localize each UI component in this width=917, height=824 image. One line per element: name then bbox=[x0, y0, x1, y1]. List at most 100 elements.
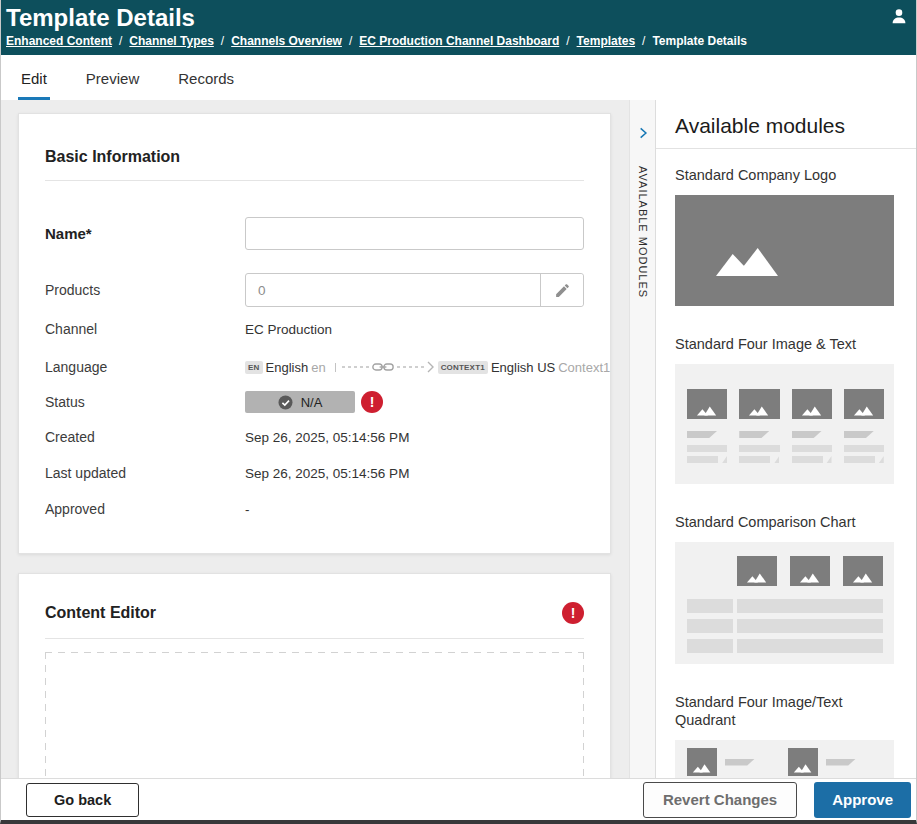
name-label: Name* bbox=[45, 225, 245, 242]
check-circle-icon bbox=[278, 395, 293, 410]
products-control: 0 bbox=[245, 273, 584, 307]
approved-label: Approved bbox=[45, 501, 245, 517]
approved-row: Approved - bbox=[45, 501, 584, 517]
module-name: Standard Comparison Chart bbox=[675, 513, 880, 531]
basic-information-card: Basic Information Name* Products 0 bbox=[18, 113, 611, 554]
connector-tick bbox=[335, 363, 336, 372]
status-badge: N/A bbox=[245, 391, 355, 413]
modules-list: Standard Company Logo Standard Four Imag… bbox=[656, 149, 916, 778]
module-preview-logo bbox=[675, 195, 894, 306]
breadcrumb-ec-production-channel-dashboard[interactable]: EC Production Channel Dashboard bbox=[359, 34, 559, 48]
mountains-image-icon bbox=[692, 763, 712, 773]
name-row: Name* bbox=[45, 217, 584, 250]
link-chain-icon bbox=[372, 361, 394, 373]
mountains-image-icon bbox=[801, 405, 823, 416]
channel-row: Channel EC Production bbox=[45, 321, 584, 337]
tabbar: Edit Preview Records bbox=[1, 55, 916, 100]
breadcrumb-separator: / bbox=[119, 34, 122, 48]
mountains-image-icon bbox=[793, 763, 813, 773]
status-error-icon: ! bbox=[361, 391, 383, 413]
last-updated-row: Last updated Sep 26, 2025, 05:14:56 PM bbox=[45, 465, 584, 481]
divider bbox=[45, 180, 584, 181]
channel-value: EC Production bbox=[245, 322, 332, 337]
mountains-image-icon bbox=[852, 572, 874, 583]
footer-bar: Go back Revert Changes Approve bbox=[1, 778, 916, 820]
target-language-name: English US bbox=[491, 360, 555, 375]
mountains-image-icon bbox=[696, 405, 718, 416]
target-context-badge: CONTEXT1 bbox=[438, 361, 488, 374]
breadcrumb-template-details: Template Details bbox=[652, 34, 746, 48]
breadcrumb-separator: / bbox=[221, 34, 224, 48]
module-standard-comparison-chart[interactable]: Standard Comparison Chart bbox=[675, 513, 894, 664]
edit-pencil-icon bbox=[554, 282, 571, 299]
tab-preview[interactable]: Preview bbox=[83, 55, 142, 100]
breadcrumb-enhanced-content[interactable]: Enhanced Content bbox=[6, 34, 112, 48]
page-header: Template Details Enhanced Content / Chann… bbox=[1, 0, 916, 55]
module-preview-quadrant bbox=[675, 740, 894, 778]
breadcrumb-separator: / bbox=[349, 34, 352, 48]
status-value: N/A bbox=[301, 395, 323, 410]
mountains-image-icon bbox=[853, 405, 875, 416]
available-modules-collapse-strip[interactable]: AVAILABLE MODULES bbox=[629, 100, 656, 778]
content-editor-card: Content Editor ! bbox=[18, 573, 611, 778]
content-editor-dropzone[interactable] bbox=[45, 652, 584, 778]
source-language-name: English bbox=[266, 360, 309, 375]
collapse-strip-label: AVAILABLE MODULES bbox=[637, 166, 649, 298]
status-row: Status N/A ! bbox=[45, 391, 584, 413]
tab-edit[interactable]: Edit bbox=[18, 55, 50, 100]
breadcrumb-channels-overview[interactable]: Channels Overview bbox=[231, 34, 342, 48]
channel-label: Channel bbox=[45, 321, 245, 337]
content-area: Basic Information Name* Products 0 bbox=[1, 100, 916, 778]
module-preview-four-image-text bbox=[675, 364, 894, 484]
mountains-image-icon bbox=[748, 405, 770, 416]
language-label: Language bbox=[45, 359, 245, 375]
basic-information-title: Basic Information bbox=[45, 148, 180, 166]
tab-records[interactable]: Records bbox=[175, 55, 237, 100]
language-row: Language EN English en bbox=[45, 359, 584, 375]
breadcrumb-templates[interactable]: Templates bbox=[577, 34, 635, 48]
main-column: Basic Information Name* Products 0 bbox=[1, 100, 629, 778]
divider bbox=[45, 638, 584, 639]
breadcrumb-separator: / bbox=[642, 34, 645, 48]
module-standard-company-logo[interactable]: Standard Company Logo bbox=[675, 166, 894, 306]
approve-button[interactable]: Approve bbox=[814, 782, 911, 818]
target-context-code: Context1 bbox=[558, 360, 610, 375]
products-row: Products 0 bbox=[45, 273, 584, 307]
content-editor-title: Content Editor bbox=[45, 604, 156, 622]
created-value: Sep 26, 2025, 05:14:56 PM bbox=[245, 430, 409, 445]
mountains-image-icon bbox=[799, 572, 821, 583]
name-input[interactable] bbox=[245, 217, 584, 250]
products-count[interactable]: 0 bbox=[246, 274, 540, 306]
available-modules-title: Available modules bbox=[656, 100, 916, 149]
page-title: Template Details bbox=[6, 3, 906, 33]
connector-dash bbox=[342, 366, 369, 368]
breadcrumb-channel-types[interactable]: Channel Types bbox=[129, 34, 213, 48]
module-name: Standard Company Logo bbox=[675, 166, 880, 184]
source-language-code: en bbox=[311, 360, 325, 375]
breadcrumb-separator: / bbox=[566, 34, 569, 48]
module-preview-comparison-chart bbox=[675, 542, 894, 664]
last-updated-value: Sep 26, 2025, 05:14:56 PM bbox=[245, 466, 409, 481]
mountains-image-icon bbox=[746, 572, 768, 583]
last-updated-label: Last updated bbox=[45, 465, 245, 481]
available-modules-panel: Available modules Standard Company Logo … bbox=[656, 100, 916, 778]
source-language-badge: EN bbox=[245, 361, 263, 374]
products-label: Products bbox=[45, 282, 245, 298]
revert-changes-button[interactable]: Revert Changes bbox=[643, 782, 797, 818]
module-standard-four-image-text-quadrant[interactable]: Standard Four Image/Text Quadrant bbox=[675, 693, 894, 778]
breadcrumb: Enhanced Content / Channel Types / Channel… bbox=[6, 34, 906, 48]
status-label: Status bbox=[45, 394, 245, 410]
module-name: Standard Four Image & Text bbox=[675, 335, 880, 353]
edit-products-button[interactable] bbox=[540, 274, 583, 306]
content-editor-error-icon: ! bbox=[562, 602, 584, 624]
connector-dash bbox=[397, 366, 424, 368]
created-label: Created bbox=[45, 429, 245, 445]
module-name: Standard Four Image/Text Quadrant bbox=[675, 693, 880, 729]
arrow-right-icon bbox=[427, 361, 435, 373]
user-icon[interactable] bbox=[890, 7, 908, 25]
mountains-image-icon bbox=[716, 248, 778, 276]
module-standard-four-image-text[interactable]: Standard Four Image & Text bbox=[675, 335, 894, 484]
chevron-right-icon bbox=[636, 126, 650, 140]
created-row: Created Sep 26, 2025, 05:14:56 PM bbox=[45, 429, 584, 445]
go-back-button[interactable]: Go back bbox=[26, 783, 139, 817]
